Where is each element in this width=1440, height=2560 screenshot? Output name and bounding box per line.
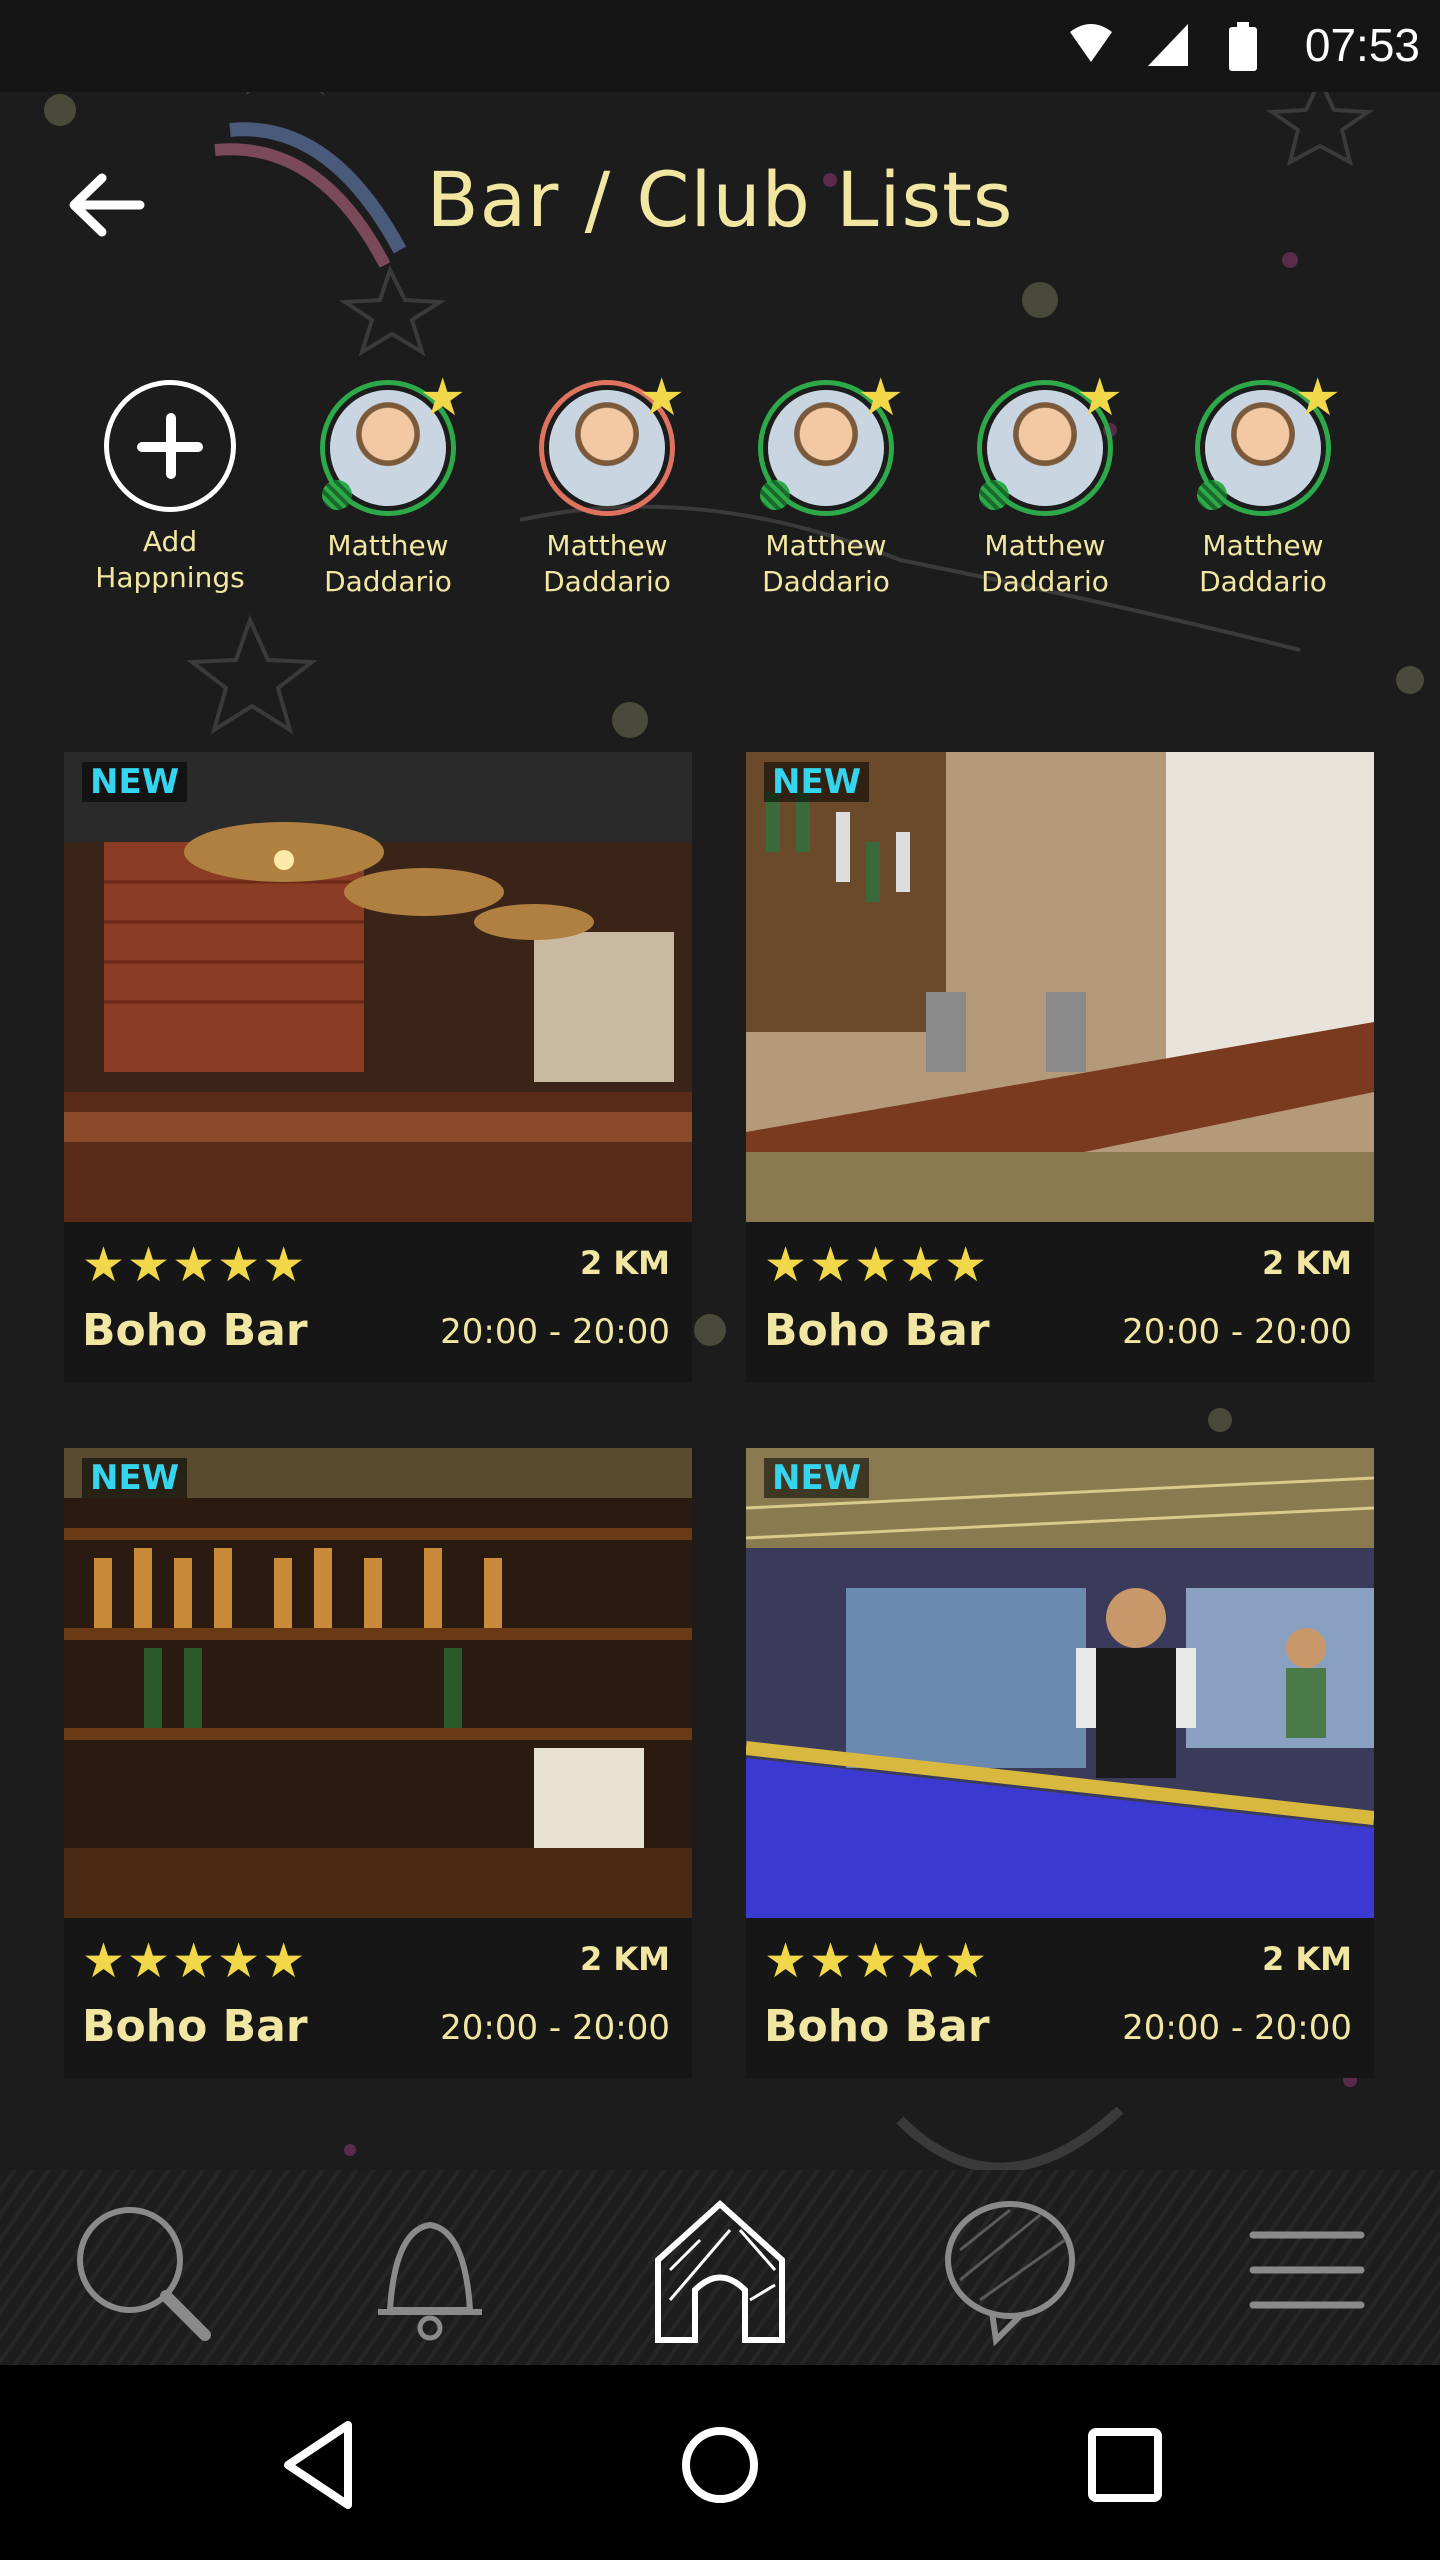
- new-badge: NEW: [764, 762, 870, 802]
- status-time: 07:53: [1304, 19, 1420, 71]
- online-status-icon: [1197, 480, 1227, 510]
- story-label: Matthew Daddario: [981, 529, 1109, 598]
- opening-hours: 20:00 - 20:00: [1122, 1312, 1352, 1352]
- bar-name: Boho Bar: [764, 2001, 990, 2052]
- story-label: Matthew Daddario: [762, 529, 890, 598]
- star-icon: ★: [638, 368, 685, 428]
- bar-photo: [746, 1448, 1374, 1918]
- page-title: Bar / Club Lists: [426, 155, 1014, 244]
- story-item[interactable]: ★ Matthew Daddario: [522, 372, 692, 600]
- story-item[interactable]: ★ Matthew Daddario: [303, 372, 473, 600]
- rating-stars: ★★★★★: [82, 1933, 308, 1989]
- distance: 2 KM: [1261, 1940, 1352, 1978]
- bell-icon[interactable]: [350, 2190, 510, 2350]
- bar-name: Boho Bar: [764, 1305, 990, 1356]
- opening-hours: 20:00 - 20:00: [440, 2008, 670, 2048]
- story-label: Matthew Daddario: [543, 529, 671, 598]
- bar-card[interactable]: NEW ★★★★★ 2 KM Boho Bar 20:00 - 20:00: [64, 752, 692, 1382]
- signal-icon: [1148, 24, 1188, 66]
- chat-icon[interactable]: [930, 2190, 1090, 2350]
- rating-stars: ★★★★★: [82, 1237, 308, 1293]
- star-icon: ★: [857, 368, 904, 428]
- bar-card[interactable]: NEW ★★★★★ 2 KM Boho Bar 20:00 - 20:00: [746, 1448, 1374, 2078]
- story-item[interactable]: ★ Matthew Daddario: [741, 372, 911, 600]
- bar-card[interactable]: NEW ★★★★★ 2 KM Boho Bar 20:00 - 20:00: [746, 752, 1374, 1382]
- add-happenings-button[interactable]: Add Happnings: [85, 380, 255, 596]
- back-triangle-icon[interactable]: [268, 2410, 378, 2520]
- menu-icon[interactable]: [1225, 2190, 1385, 2350]
- avatar: ★: [977, 372, 1123, 516]
- home-circle-icon[interactable]: [665, 2410, 775, 2520]
- story-label: Add Happnings: [95, 525, 245, 594]
- search-icon[interactable]: [60, 2190, 220, 2350]
- bar-photo: [64, 1448, 692, 1918]
- system-nav: [0, 2365, 1440, 2560]
- avatar: ★: [1195, 372, 1341, 516]
- distance: 2 KM: [1261, 1244, 1352, 1282]
- online-status-icon: [979, 480, 1009, 510]
- opening-hours: 20:00 - 20:00: [1122, 2008, 1352, 2048]
- bar-name: Boho Bar: [82, 2001, 308, 2052]
- add-icon: [104, 380, 236, 512]
- story-label: Matthew Daddario: [324, 529, 452, 598]
- bar-photo: [64, 752, 692, 1222]
- bar-card[interactable]: NEW ★★★★★ 2 KM Boho Bar 20:00 - 20:00: [64, 1448, 692, 2078]
- distance: 2 KM: [579, 1940, 670, 1978]
- bottom-nav: [0, 2170, 1440, 2365]
- distance: 2 KM: [579, 1244, 670, 1282]
- battery-icon: [1229, 22, 1257, 71]
- online-status-icon: [322, 480, 352, 510]
- star-icon: ★: [1294, 368, 1341, 428]
- wifi-icon: [1070, 24, 1112, 62]
- recents-square-icon[interactable]: [1070, 2410, 1180, 2520]
- opening-hours: 20:00 - 20:00: [440, 1312, 670, 1352]
- status-bar: 07:53: [0, 0, 1440, 92]
- avatar: ★: [320, 372, 466, 516]
- rating-stars: ★★★★★: [764, 1933, 990, 1989]
- star-icon: ★: [419, 368, 466, 428]
- avatar: ★: [758, 372, 904, 516]
- new-badge: NEW: [82, 1458, 188, 1498]
- story-item[interactable]: ★ Matthew Daddario: [1178, 372, 1348, 600]
- avatar: ★: [539, 372, 685, 516]
- bar-name: Boho Bar: [82, 1305, 308, 1356]
- story-item[interactable]: ★ Matthew Daddario: [960, 372, 1130, 600]
- star-icon: ★: [1076, 368, 1123, 428]
- story-label: Matthew Daddario: [1199, 529, 1327, 598]
- bar-photo: [746, 752, 1374, 1222]
- online-status-icon: [760, 480, 790, 510]
- new-badge: NEW: [82, 762, 188, 802]
- new-badge: NEW: [764, 1458, 870, 1498]
- home-icon[interactable]: [640, 2190, 800, 2350]
- rating-stars: ★★★★★: [764, 1237, 990, 1293]
